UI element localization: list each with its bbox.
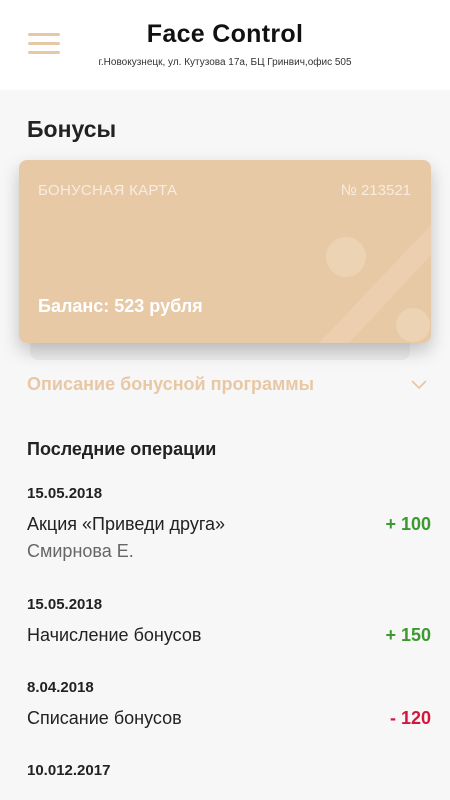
bonus-program-toggle[interactable]: Описание бонусной программы <box>27 374 427 400</box>
operation-amount: - 120 <box>389 708 431 728</box>
app-header: Face Control г.Новокузнецк, ул. Кутузова… <box>0 0 450 90</box>
chevron-down-icon <box>411 380 427 390</box>
page-title: Бонусы <box>27 116 117 142</box>
bonus-program-label: Описание бонусной программы <box>27 374 314 394</box>
operation-subtitle: Смирнова Е. <box>27 541 134 561</box>
card-balance: Баланс: 523 рубля <box>38 296 203 316</box>
operation-amount: + 150 <box>385 625 431 645</box>
operation-title: Списание бонусов <box>27 708 182 728</box>
operation-date: 10.012.2017 <box>27 762 111 779</box>
company-address: г.Новокузнецк, ул. Кутузова 17а, БЦ Грин… <box>98 57 352 68</box>
operation-date: 15.05.2018 <box>27 485 103 502</box>
operation-amount: + 100 <box>385 514 431 534</box>
operations-title: Последние операции <box>27 439 217 459</box>
bonus-card[interactable]: БОНУСНАЯ КАРТА № 213521 Баланс: 523 рубл… <box>19 160 431 343</box>
card-label: БОНУСНАЯ КАРТА <box>38 182 178 199</box>
operation-date: 8.04.2018 <box>27 679 94 696</box>
app-title: Face Control <box>146 20 304 48</box>
operation-title: Акция «Приведи друга» <box>27 514 226 534</box>
operation-date: 15.05.2018 <box>27 596 103 613</box>
card-number: № 213521 <box>340 182 411 199</box>
operation-title: Начисление бонусов <box>27 625 202 645</box>
